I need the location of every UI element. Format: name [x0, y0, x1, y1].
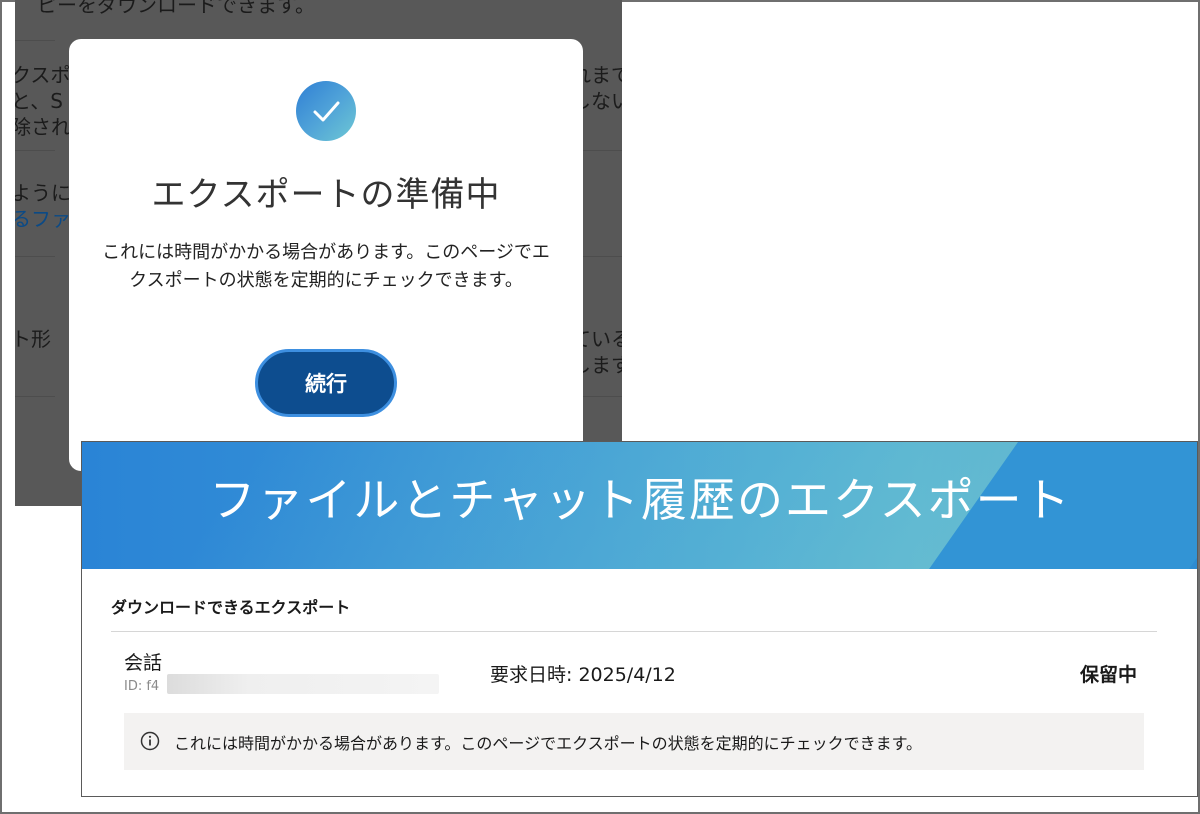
- section-heading: ダウンロードできるエクスポート: [111, 598, 351, 617]
- background-text: クスポ: [15, 63, 71, 87]
- background-text: ピーをダウンロードできます。: [37, 0, 315, 17]
- export-preparing-modal: エクスポートの準備中 これには時間がかかる場合があります。このページでエクスポー…: [69, 39, 583, 471]
- modal-description: これには時間がかかる場合があります。このページでエクスポートの状態を定期的にチェ…: [102, 242, 550, 291]
- export-name: 会話: [124, 652, 163, 674]
- background-link: るファ: [15, 207, 71, 231]
- checkmark-icon: [296, 81, 356, 141]
- export-panel-screenshot: ファイルとチャット履歴のエクスポート ダウンロードできるエクスポート 会話 ID…: [81, 441, 1198, 797]
- background-text: 除され: [15, 115, 71, 139]
- export-id: ID: f4: [124, 679, 160, 694]
- info-message: これには時間がかかる場合があります。このページでエクスポートの状態を定期的にチェ…: [174, 734, 923, 753]
- background-divider: [15, 40, 55, 41]
- background-text: ように: [15, 181, 71, 205]
- redacted-id: [167, 674, 439, 694]
- requested-date: 要求日時: 2025/4/12: [490, 664, 676, 686]
- background-text: ト形: [15, 327, 51, 351]
- background-text: と、S: [15, 89, 63, 113]
- background-divider: [15, 396, 55, 397]
- background-divider: [15, 150, 55, 151]
- info-icon: [140, 731, 160, 751]
- page-title: ファイルとチャット履歴のエクスポート: [209, 473, 1072, 527]
- status-badge: 保留中: [1080, 664, 1138, 686]
- section-divider: [111, 631, 1157, 632]
- background-divider: [15, 256, 55, 257]
- info-message-box: これには時間がかかる場合があります。このページでエクスポートの状態を定期的にチェ…: [124, 713, 1144, 770]
- modal-title: エクスポートの準備中: [151, 175, 501, 215]
- page-banner: ファイルとチャット履歴のエクスポート: [82, 442, 1197, 569]
- continue-button[interactable]: 続行: [255, 349, 397, 417]
- export-dialog-screenshot: ピーをダウンロードできます。 クスポ れまで と、S しない 除され ように る…: [15, 0, 622, 506]
